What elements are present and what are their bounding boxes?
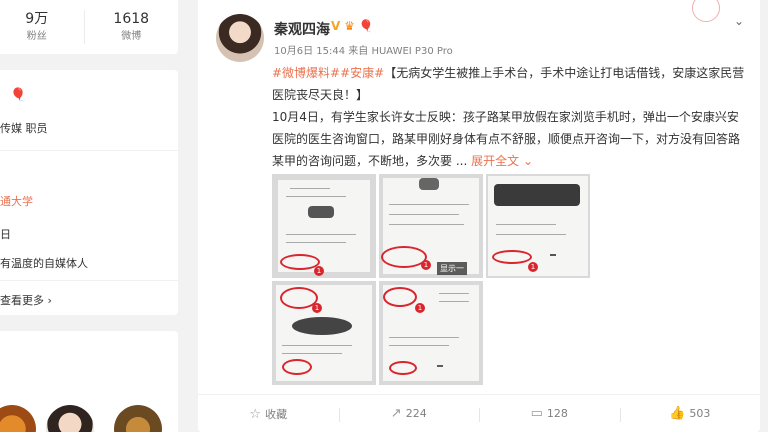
fans-count: 9万 (25, 11, 49, 27)
chevron-right-icon: › (47, 294, 52, 307)
friend-avatar[interactable] (114, 405, 162, 432)
expand-full-text-link[interactable]: 展开全文 ⌄ (471, 154, 533, 168)
image-caption-box (550, 254, 556, 256)
repost-count: 224 (405, 407, 427, 420)
comment-icon: ▭ (530, 406, 543, 421)
divider (0, 150, 178, 151)
profile-stats-card: 9万 粉丝 1618 微博 (0, 0, 178, 54)
weibo-label: 微博 (121, 31, 142, 42)
fans-stat[interactable]: 9万 粉丝 (0, 10, 84, 44)
friend-avatar[interactable] (0, 405, 36, 432)
friend-avatar[interactable] (46, 405, 94, 432)
fans-label: 粉丝 (26, 31, 47, 42)
profile-info-card: 🎈 传媒 职员 通大学 日 有温度的自媒体人 查看更多 › (0, 70, 178, 315)
image-caption: 显示一 (437, 262, 467, 275)
see-more-link[interactable]: 查看更多 › (0, 292, 52, 308)
weibo-post-card: 秦观四海 V ♛ 🎈 10月6日 15:44 来自 HUAWEI P30 Pro… (198, 0, 760, 432)
author-badges: V ♛ 🎈 (331, 19, 374, 33)
see-more-label: 查看更多 (0, 294, 44, 307)
post-image[interactable]: 1 显示一 (379, 174, 483, 278)
star-icon: ☆ (249, 406, 262, 422)
comment-button[interactable]: ▭ 128 (479, 406, 620, 422)
like-button[interactable]: 👍 503 (619, 406, 761, 422)
repost-icon: ↗ (390, 406, 402, 421)
weibo-count: 1618 (113, 11, 150, 27)
balloon-badge-icon: 🎈 (358, 19, 374, 33)
post-meta: 10月6日 15:44 来自 HUAWEI P30 Pro (274, 42, 453, 57)
post-image[interactable]: 1 (486, 174, 590, 278)
source-prefix: 来自 (348, 46, 369, 57)
favorite-button[interactable]: ☆ 收藏 (198, 406, 339, 422)
member-crown-icon: ♛ (344, 19, 355, 33)
bio-text: 有温度的自媒体人 (0, 257, 88, 270)
like-count: 503 (689, 407, 711, 420)
industry-text: 传媒 职员 (0, 122, 48, 135)
favorite-label: 收藏 (265, 407, 288, 421)
post-image[interactable]: 1 (379, 281, 483, 385)
post-action-bar: ☆ 收藏 ↗ 224 ▭ 128 👍 503 (198, 394, 760, 432)
weibo-stat[interactable]: 1618 微博 (83, 10, 179, 44)
repost-button[interactable]: ↗ 224 (338, 406, 480, 422)
post-date[interactable]: 10月6日 15:44 (274, 46, 345, 57)
school-link[interactable]: 通大学 (0, 193, 33, 209)
hashtag-link[interactable]: #微博爆料##安康# (272, 66, 384, 80)
image-caption-box (437, 365, 443, 367)
post-image[interactable]: 1 (272, 281, 376, 385)
chevron-down-icon: ⌄ (522, 154, 533, 168)
comment-count: 128 (546, 407, 568, 420)
post-device: HUAWEI P30 Pro (371, 46, 453, 57)
info-text: 日 (0, 228, 11, 241)
author-avatar[interactable] (216, 14, 264, 62)
post-image[interactable]: 1 (272, 174, 376, 278)
expand-label: 展开全文 (471, 154, 520, 168)
divider (0, 280, 178, 281)
post-text: #微博爆料##安康#【无病女学生被推上手术台，手术中途让打电话借钱，安康这家民营… (272, 62, 750, 172)
friends-card (0, 331, 178, 432)
hot-balloon-icon: 🎈 (10, 88, 27, 103)
verified-badge: V (331, 19, 341, 33)
post-menu-chevron-icon[interactable]: ⌄ (734, 14, 744, 28)
thumbs-up-icon: 👍 (669, 406, 686, 421)
author-name[interactable]: 秦观四海 (274, 19, 330, 39)
stamp-decoration (692, 0, 720, 22)
